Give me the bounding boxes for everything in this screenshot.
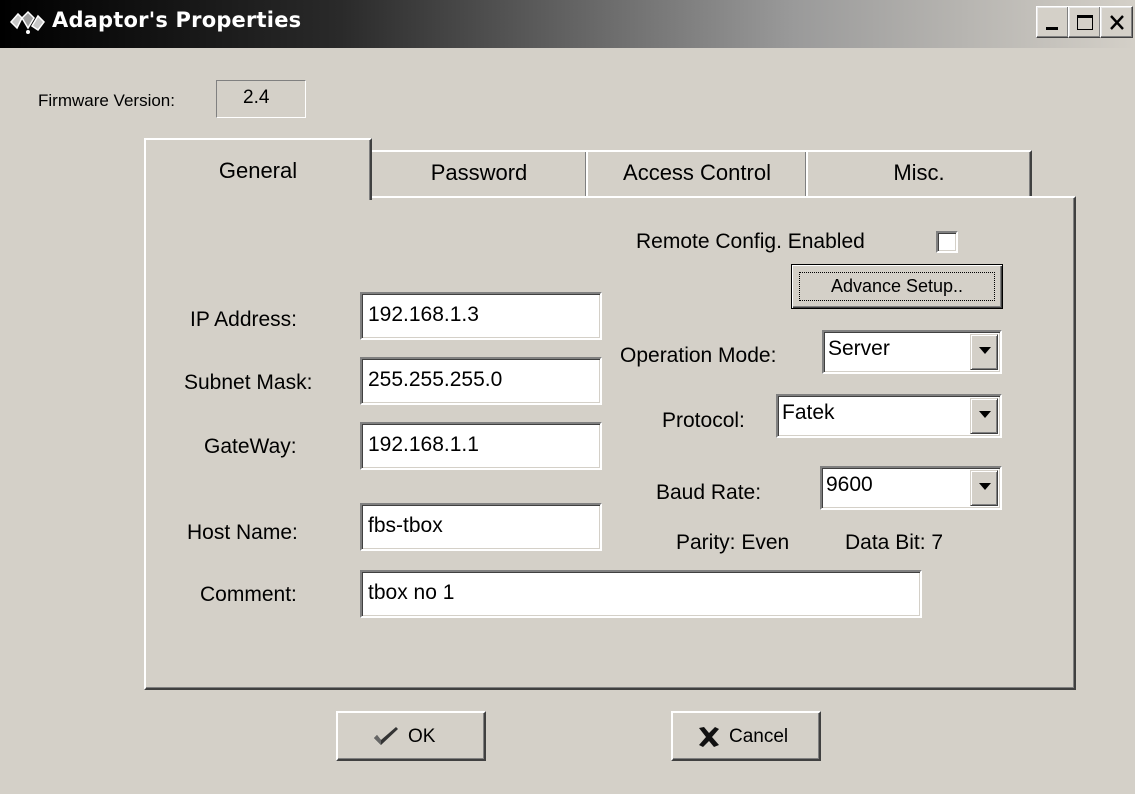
close-icon — [1110, 15, 1124, 30]
protocol-value: Fatek — [782, 401, 835, 424]
comment-label: Comment: — [200, 583, 297, 606]
gateway-label: GateWay: — [204, 435, 297, 458]
host-name-label: Host Name: — [187, 521, 298, 544]
protocol-select[interactable]: Fatek — [776, 394, 1002, 438]
cancel-button[interactable]: Cancel — [671, 711, 821, 761]
subnet-mask-label: Subnet Mask: — [184, 371, 313, 394]
minimize-icon — [1046, 27, 1058, 30]
baud-rate-dropdown-button[interactable] — [970, 470, 998, 506]
minimize-button[interactable] — [1036, 6, 1069, 38]
operation-mode-value: Server — [828, 337, 890, 360]
tab-misc[interactable]: Misc. — [806, 150, 1032, 196]
comment-input[interactable]: tbox no 1 — [360, 570, 922, 618]
tab-access-control[interactable]: Access Control — [586, 150, 808, 196]
chevron-down-icon — [979, 411, 991, 418]
host-name-input[interactable]: fbs-tbox — [360, 503, 602, 551]
chevron-down-icon — [979, 347, 991, 354]
x-icon — [699, 727, 719, 747]
close-button[interactable] — [1100, 6, 1133, 38]
maximize-button[interactable] — [1068, 6, 1101, 38]
window-title: Adaptor's Properties — [52, 8, 302, 32]
subnet-mask-input[interactable]: 255.255.255.0 — [360, 357, 602, 405]
baud-rate-label: Baud Rate: — [656, 481, 762, 504]
protocol-label: Protocol: — [662, 409, 745, 432]
checkmark-icon — [374, 727, 398, 745]
data-bit-text: Data Bit: 7 — [845, 531, 944, 554]
tab-general[interactable]: General — [144, 138, 372, 200]
operation-mode-dropdown-button[interactable] — [970, 334, 998, 370]
chevron-down-icon — [979, 483, 991, 490]
tab-password[interactable]: Password — [370, 150, 588, 196]
ip-address-input[interactable]: 192.168.1.3 — [360, 292, 602, 340]
advance-setup-label: Advance Setup.. — [799, 272, 995, 301]
maximize-icon — [1077, 15, 1093, 30]
operation-mode-label: Operation Mode: — [620, 344, 777, 367]
ok-button[interactable]: OK — [336, 711, 486, 761]
ip-address-label: IP Address: — [190, 308, 298, 331]
ok-label: OK — [408, 726, 436, 747]
gateway-input[interactable]: 192.168.1.1 — [360, 422, 602, 470]
operation-mode-select[interactable]: Server — [822, 330, 1002, 374]
firmware-label: Firmware Version: — [38, 91, 175, 110]
remote-config-label: Remote Config. Enabled — [636, 230, 865, 253]
protocol-dropdown-button[interactable] — [970, 398, 998, 434]
advance-setup-button[interactable]: Advance Setup.. — [791, 264, 1003, 309]
network-adaptor-icon[interactable] — [8, 8, 48, 38]
baud-rate-value: 9600 — [826, 473, 873, 496]
baud-rate-select[interactable]: 9600 — [820, 466, 1002, 510]
firmware-version-value: 2.4 — [216, 80, 306, 118]
remote-config-checkbox[interactable] — [936, 231, 958, 253]
parity-text: Parity: Even — [676, 531, 790, 554]
cancel-label: Cancel — [729, 726, 789, 747]
